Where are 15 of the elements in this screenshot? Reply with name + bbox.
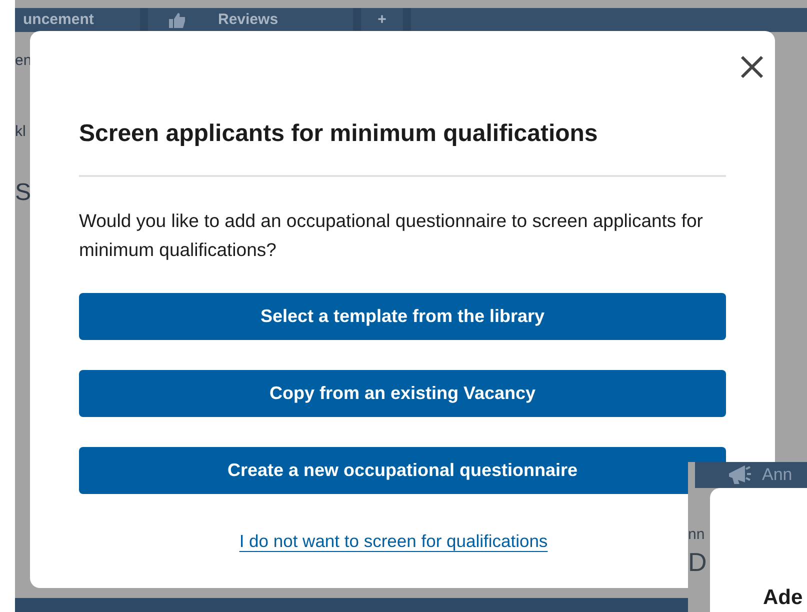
inset-dialog-title: Ade	[763, 586, 803, 609]
option-button[interactable]: Select a template from the library	[79, 293, 726, 340]
option-button[interactable]: Create a new occupational questionnaire	[79, 447, 726, 494]
dialog-title: Screen applicants for minimum qualifications	[79, 119, 599, 149]
skip-link[interactable]: I do not want to screen for qualifications	[239, 528, 548, 554]
background-text: kl	[15, 122, 27, 142]
dialog-message: Would you like to add an occupational questionnaire to screen applicants for minimum qualifications?	[79, 209, 704, 262]
background-text: S	[15, 178, 32, 208]
option-button[interactable]: Copy from an existing Vacancy	[79, 370, 726, 417]
close-icon	[740, 55, 764, 79]
inset-background-text: nn	[688, 525, 706, 545]
thumbs-up-icon	[168, 12, 186, 28]
megaphone-icon	[728, 465, 752, 485]
close-button[interactable]	[738, 53, 766, 81]
inset-background-text: D	[688, 546, 708, 576]
